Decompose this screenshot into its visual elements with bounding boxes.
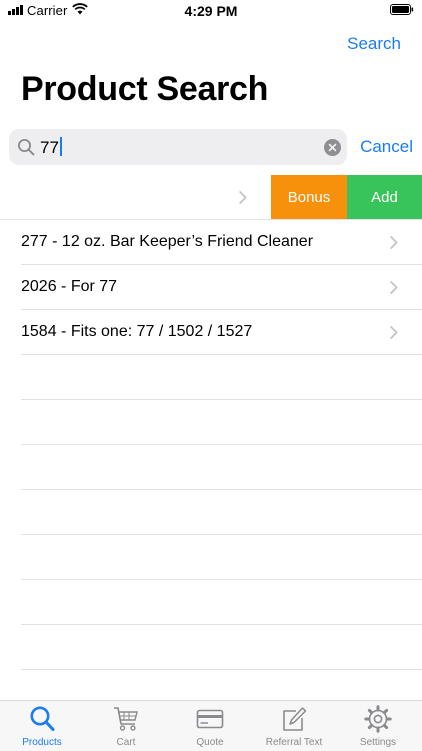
status-time: 4:29 PM [184, 3, 238, 19]
empty-row [21, 445, 422, 490]
empty-row [21, 490, 422, 535]
empty-row [21, 355, 422, 400]
gear-icon [364, 705, 392, 733]
list-item-swiped[interactable]: s Bonus Add [0, 175, 422, 220]
search-icon [18, 139, 35, 156]
search-input[interactable]: 77 [9, 129, 347, 165]
add-button[interactable]: Add [347, 175, 422, 219]
chevron-right-icon [390, 326, 398, 339]
search-input-value: 77 [40, 137, 62, 158]
list-item-label: 277 - 12 oz. Bar Keeper’s Friend Cleaner [21, 233, 314, 250]
compose-icon [283, 707, 307, 731]
tab-quote[interactable]: Quote [168, 701, 252, 751]
list-item-label: 2026 - For 77 [21, 278, 118, 295]
tab-products[interactable]: Products [0, 701, 84, 751]
cancel-button[interactable]: Cancel [360, 137, 413, 157]
page-title: Product Search [21, 70, 269, 108]
tab-settings[interactable]: Settings [336, 701, 420, 751]
tab-bar: Products Cart Quote Referral Text Settin… [0, 700, 422, 751]
card-icon [196, 709, 224, 729]
list-item-label: 1584 - Fits one: 77 / 1502 / 1527 [21, 323, 253, 340]
chevron-right-icon [239, 191, 247, 204]
chevron-right-icon [390, 281, 398, 294]
cart-icon [114, 707, 138, 731]
search-nav-button[interactable]: Search [347, 34, 401, 54]
tab-referral-text[interactable]: Referral Text [252, 701, 336, 751]
tab-label: Settings [359, 737, 397, 748]
tab-cart[interactable]: Cart [84, 701, 168, 751]
tab-label: Products [22, 737, 62, 748]
search-icon [30, 706, 55, 731]
clear-icon[interactable] [324, 139, 341, 156]
text-caret [59, 137, 62, 156]
tab-label: Referral Text [265, 737, 323, 748]
empty-row [21, 535, 422, 580]
list-item[interactable]: 277 - 12 oz. Bar Keeper’s Friend Cleaner [21, 220, 422, 265]
list-item[interactable]: 2026 - For 77 [21, 265, 422, 310]
empty-row [21, 580, 422, 625]
empty-row [21, 400, 422, 445]
status-bar: Carrier 4:29 PM [0, 0, 422, 22]
tab-label: Cart [116, 737, 136, 748]
bonus-button[interactable]: Bonus [271, 175, 347, 219]
battery-icon [390, 4, 414, 15]
list-item[interactable]: 1584 - Fits one: 77 / 1502 / 1527 [21, 310, 422, 355]
results-list: s Bonus Add 277 - 12 oz. Bar Keeper’s Fr… [0, 175, 422, 670]
tab-label: Quote [196, 737, 224, 748]
empty-row [21, 625, 422, 670]
chevron-right-icon [390, 236, 398, 249]
